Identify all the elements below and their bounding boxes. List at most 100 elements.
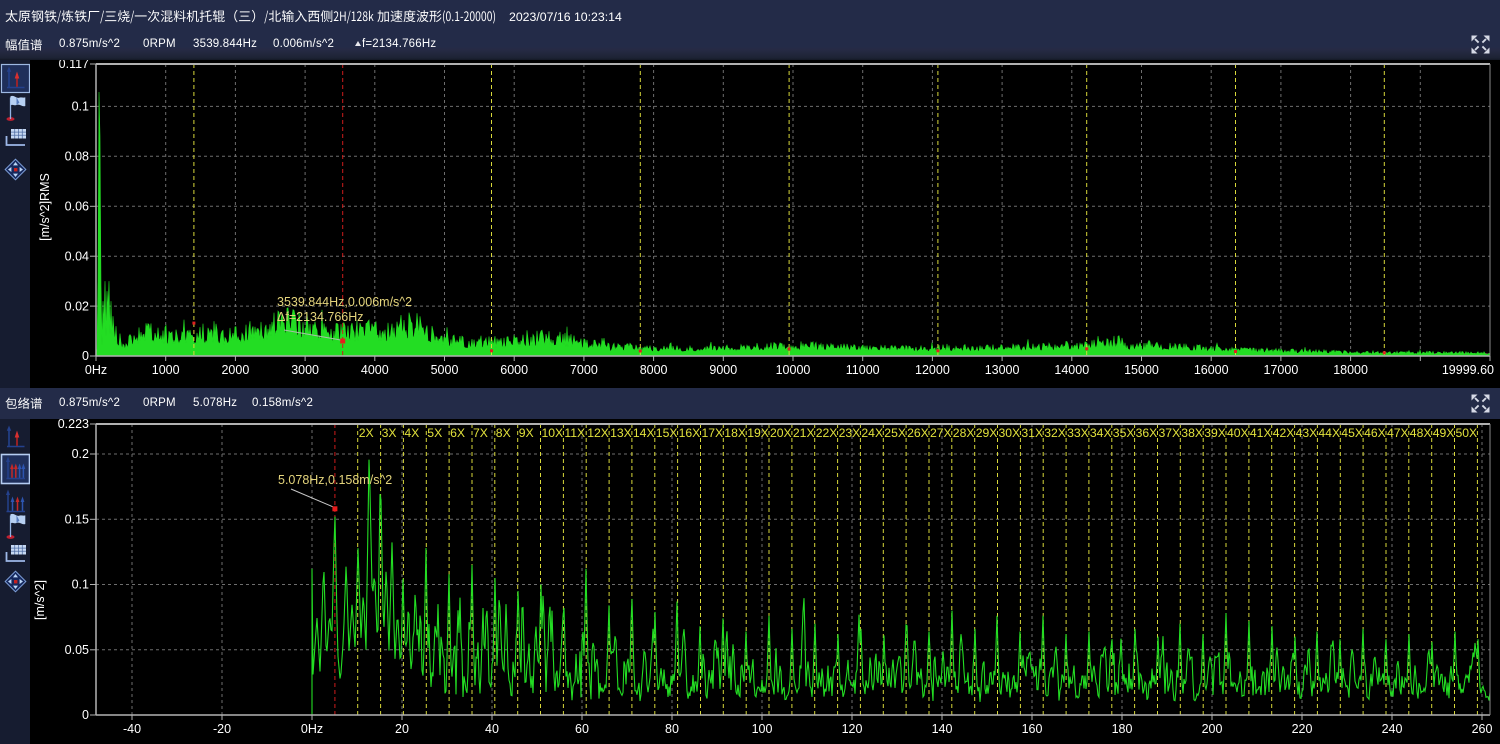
svg-text:16000: 16000 [1194, 363, 1229, 377]
svg-text:0.06: 0.06 [65, 200, 89, 214]
svg-text:14000: 14000 [1054, 363, 1089, 377]
svg-text:0.223: 0.223 [58, 419, 89, 431]
svg-text:1000: 1000 [152, 363, 180, 377]
svg-text:31X: 31X [1021, 426, 1043, 440]
svg-text:34X: 34X [1090, 426, 1112, 440]
svg-text:9000: 9000 [709, 363, 737, 377]
svg-text:28X: 28X [953, 426, 975, 440]
svg-text:24X: 24X [861, 426, 883, 440]
svg-text:140: 140 [932, 722, 953, 736]
svg-text:23X: 23X [839, 426, 861, 440]
svg-text:27X: 27X [930, 426, 952, 440]
svg-text:41X: 41X [1250, 426, 1272, 440]
svg-text:18000: 18000 [1333, 363, 1368, 377]
svg-text:19X: 19X [747, 426, 769, 440]
svg-text:0.15: 0.15 [65, 513, 89, 527]
svg-text:6X: 6X [450, 426, 465, 440]
svg-text:17X: 17X [702, 426, 724, 440]
svg-text:36X: 36X [1136, 426, 1158, 440]
svg-text:7000: 7000 [570, 363, 598, 377]
svg-text:33X: 33X [1067, 426, 1089, 440]
svg-text:32X: 32X [1044, 426, 1066, 440]
svg-text:4X: 4X [404, 426, 419, 440]
svg-text:15000: 15000 [1124, 363, 1159, 377]
svg-text:40X: 40X [1227, 426, 1249, 440]
svg-text:0.05: 0.05 [65, 643, 89, 657]
svg-text:40: 40 [485, 722, 499, 736]
svg-text:11X: 11X [564, 426, 585, 440]
svg-text:-20: -20 [213, 722, 231, 736]
svg-text:9X: 9X [519, 426, 534, 440]
svg-text:0Hz: 0Hz [85, 363, 107, 377]
svg-text:0.2: 0.2 [72, 447, 89, 461]
svg-text:5000: 5000 [431, 363, 459, 377]
svg-text:80: 80 [665, 722, 679, 736]
svg-text:60: 60 [575, 722, 589, 736]
svg-text:10X: 10X [542, 426, 564, 440]
svg-text:47X: 47X [1387, 426, 1409, 440]
svg-text:0.08: 0.08 [65, 150, 89, 164]
svg-text:0.1: 0.1 [72, 578, 89, 592]
svg-text:4000: 4000 [361, 363, 389, 377]
svg-text:5.078Hz,0.158m/s^2: 5.078Hz,0.158m/s^2 [278, 473, 392, 487]
svg-text:37X: 37X [1159, 426, 1181, 440]
svg-text:180: 180 [1112, 722, 1133, 736]
svg-text:8000: 8000 [640, 363, 668, 377]
svg-text:18X: 18X [724, 426, 746, 440]
svg-text:Δf=2134.766Hz: Δf=2134.766Hz [277, 310, 364, 324]
svg-text:29X: 29X [976, 426, 998, 440]
svg-text:2X: 2X [359, 426, 374, 440]
svg-text:2000: 2000 [221, 363, 249, 377]
svg-text:21X: 21X [793, 426, 815, 440]
svg-text:17000: 17000 [1264, 363, 1299, 377]
svg-text:220: 220 [1292, 722, 1313, 736]
svg-text:160: 160 [1022, 722, 1043, 736]
svg-text:0Hz: 0Hz [301, 722, 323, 736]
svg-text:0.1: 0.1 [72, 100, 89, 114]
svg-text:[m/s^2]: [m/s^2] [33, 580, 47, 620]
svg-text:43X: 43X [1296, 426, 1318, 440]
svg-text:15X: 15X [656, 426, 678, 440]
svg-text:14X: 14X [633, 426, 655, 440]
svg-text:-40: -40 [123, 722, 141, 736]
svg-text:20X: 20X [770, 426, 792, 440]
svg-text:13X: 13X [610, 426, 632, 440]
svg-text:0.117: 0.117 [59, 60, 89, 71]
svg-text:13000: 13000 [985, 363, 1020, 377]
svg-text:2023/07/16 10:23:14: 2023/07/16 10:23:14 [509, 10, 622, 24]
svg-text:26X: 26X [907, 426, 929, 440]
svg-text:45X: 45X [1341, 426, 1363, 440]
svg-text:0.04: 0.04 [65, 249, 89, 263]
svg-text:44X: 44X [1318, 426, 1340, 440]
svg-text:120: 120 [842, 722, 863, 736]
svg-text:20: 20 [395, 722, 409, 736]
svg-text:48X: 48X [1410, 426, 1432, 440]
svg-text:8X: 8X [496, 426, 511, 440]
svg-text:200: 200 [1202, 722, 1223, 736]
svg-text:3X: 3X [382, 426, 397, 440]
svg-text:11000: 11000 [846, 363, 880, 377]
svg-text:25X: 25X [884, 426, 906, 440]
svg-text:39X: 39X [1204, 426, 1226, 440]
svg-text:12000: 12000 [915, 363, 950, 377]
svg-text:6000: 6000 [500, 363, 528, 377]
svg-text:0: 0 [82, 708, 89, 722]
svg-text:19999.60: 19999.60 [1442, 363, 1494, 377]
svg-text:50X: 50X [1456, 426, 1478, 440]
svg-text:260: 260 [1472, 722, 1493, 736]
svg-text:[m/s^2]RMS: [m/s^2]RMS [38, 173, 52, 241]
svg-text:5X: 5X [427, 426, 442, 440]
svg-text:35X: 35X [1113, 426, 1135, 440]
svg-text:49X: 49X [1433, 426, 1455, 440]
svg-text:240: 240 [1382, 722, 1403, 736]
svg-text:0: 0 [82, 349, 89, 363]
svg-text:22X: 22X [816, 426, 838, 440]
svg-text:0.02: 0.02 [65, 299, 89, 313]
svg-text:3539.844Hz,0.006m/s^2: 3539.844Hz,0.006m/s^2 [277, 295, 412, 309]
svg-text:46X: 46X [1364, 426, 1386, 440]
svg-text:16X: 16X [679, 426, 701, 440]
svg-text:3000: 3000 [291, 363, 319, 377]
svg-text:7X: 7X [473, 426, 488, 440]
svg-text:10000: 10000 [776, 363, 811, 377]
svg-text:38X: 38X [1181, 426, 1203, 440]
